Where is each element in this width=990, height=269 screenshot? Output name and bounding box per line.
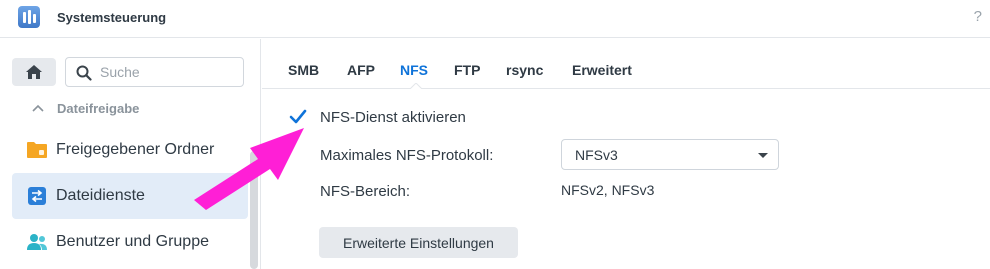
tab-bar: SMB AFP NFS FTP rsync Erweitert (262, 39, 990, 89)
tab-nfs[interactable]: NFS (400, 62, 428, 78)
annotation-arrow-icon (194, 128, 304, 210)
max-protocol-value: NFSv3 (575, 147, 618, 163)
tab-advanced[interactable]: Erweitert (572, 62, 632, 78)
active-tab-indicator (410, 83, 422, 89)
search-icon (76, 65, 92, 81)
help-button[interactable]: ? (974, 8, 982, 25)
max-protocol-select[interactable]: NFSv3 (561, 139, 779, 170)
search-field[interactable] (65, 57, 244, 87)
window-title: Systemsteuerung (57, 10, 167, 25)
tab-smb[interactable]: SMB (288, 62, 319, 78)
caret-down-icon (758, 153, 768, 158)
advanced-settings-button[interactable]: Erweiterte Einstellungen (319, 227, 518, 258)
sidebar-item-users-groups[interactable]: Benutzer und Gruppe (12, 219, 248, 265)
group-header-label: Dateifreigabe (57, 101, 140, 116)
tab-afp[interactable]: AFP (347, 62, 375, 78)
nfs-range-value: NFSv2, NFSv3 (561, 182, 655, 198)
home-icon (26, 65, 42, 79)
file-services-icon (28, 187, 46, 205)
nfs-enable-label[interactable]: NFS-Dienst aktivieren (320, 109, 466, 126)
max-protocol-label: Maximales NFS-Protokoll: (320, 147, 494, 164)
chevron-up-icon (32, 104, 44, 112)
search-input[interactable] (100, 63, 235, 81)
folder-icon (27, 142, 47, 158)
sidebar-item-label: Dateidienste (56, 187, 145, 204)
tab-rsync[interactable]: rsync (506, 62, 543, 78)
sidebar-item-label: Benutzer und Gruppe (56, 233, 209, 250)
nfs-range-label: NFS-Bereich: (320, 183, 411, 200)
home-button[interactable] (12, 58, 56, 86)
tab-ftp[interactable]: FTP (454, 62, 480, 78)
title-bar: Systemsteuerung ? (0, 0, 990, 38)
users-icon (27, 234, 47, 250)
control-panel-icon (18, 6, 40, 28)
